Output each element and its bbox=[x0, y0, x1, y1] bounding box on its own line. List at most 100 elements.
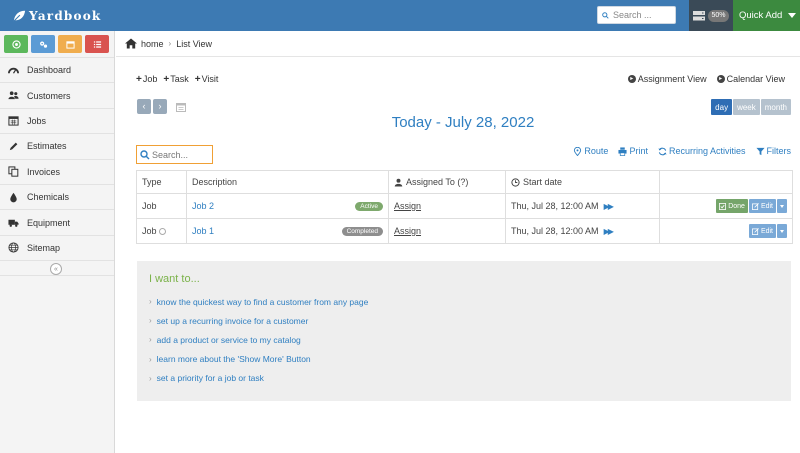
chevron-right-icon: › bbox=[149, 316, 152, 326]
sidebar-item-sitemap[interactable]: Sitemap bbox=[0, 234, 114, 260]
edit-button[interactable]: Edit bbox=[748, 224, 776, 238]
add-job-label: Job bbox=[142, 74, 158, 84]
brand-name: Yardbook bbox=[29, 9, 102, 23]
progress-badge: 50% bbox=[708, 9, 729, 22]
next-day-button[interactable]: › bbox=[153, 99, 167, 114]
breadcrumb-current: List View bbox=[176, 38, 213, 49]
range-tab-day[interactable]: day bbox=[711, 99, 733, 115]
route-link[interactable]: Route bbox=[573, 146, 608, 156]
row-actions: Edit bbox=[659, 218, 793, 244]
range-tab-month[interactable]: month bbox=[760, 99, 791, 115]
list-search[interactable] bbox=[136, 145, 213, 164]
help-link[interactable]: › know the quickest way to find a custome… bbox=[149, 292, 779, 311]
sidebar-item-label: Estimates bbox=[27, 141, 67, 152]
plus-icon: + bbox=[194, 74, 201, 85]
edit-button[interactable]: Edit bbox=[748, 199, 776, 213]
row-description: Job 2 Active bbox=[186, 193, 389, 219]
column-header-type[interactable]: Type bbox=[136, 170, 187, 194]
print-link[interactable]: Print bbox=[618, 146, 648, 156]
assign-link[interactable]: Assign bbox=[394, 201, 421, 211]
collapse-sidebar-button[interactable]: « bbox=[50, 263, 62, 275]
quick-add-button[interactable]: Quick Add bbox=[733, 0, 800, 31]
list-actions: Route Print Recurring Activities Filters bbox=[573, 146, 791, 156]
filter-icon bbox=[755, 147, 765, 155]
help-link[interactable]: › set up a recurring invoice for a custom… bbox=[149, 311, 779, 330]
brand-logo[interactable]: Yardbook bbox=[12, 7, 101, 25]
filters-label: Filters bbox=[766, 146, 792, 156]
jobs-table: Type Description Assigned To (?) Start d… bbox=[136, 170, 793, 244]
refresh-icon bbox=[658, 147, 667, 155]
row-actions: Done Edit bbox=[659, 193, 793, 219]
leaf-icon bbox=[13, 10, 26, 22]
global-search-input[interactable] bbox=[613, 10, 675, 20]
search-icon bbox=[140, 149, 150, 159]
sidebar-shortcuts bbox=[4, 35, 109, 53]
shortcut-globe[interactable] bbox=[4, 35, 28, 53]
sidebar-item-estimates[interactable]: Estimates bbox=[0, 133, 114, 158]
setup-progress[interactable]: 50% bbox=[689, 0, 733, 31]
sidebar-item-label: Equipment bbox=[27, 217, 71, 228]
row-start-date: Thu, Jul 28, 12:00 AM ▶▶ bbox=[505, 193, 660, 219]
sidebar-item-chemicals[interactable]: Chemicals bbox=[0, 183, 114, 209]
column-header-start-date[interactable]: Start date bbox=[505, 170, 660, 194]
recurring-activities-label: Recurring Activities bbox=[668, 146, 746, 156]
sidebar-collapse-row: « bbox=[0, 260, 114, 276]
truck-icon bbox=[8, 219, 19, 227]
range-tab-week[interactable]: week bbox=[733, 99, 760, 115]
server-icon bbox=[693, 10, 706, 20]
filters-link[interactable]: Filters bbox=[755, 146, 792, 156]
shortcut-list[interactable] bbox=[85, 35, 109, 53]
job-link[interactable]: Job 1 bbox=[192, 226, 214, 236]
row-assigned: Assign bbox=[388, 218, 506, 244]
globe-icon bbox=[8, 242, 19, 253]
help-link[interactable]: › add a product or service to my catalog bbox=[149, 330, 779, 349]
sidebar-item-label: Customers bbox=[27, 90, 71, 101]
chevron-right-icon: › bbox=[149, 354, 152, 364]
list-icon bbox=[93, 40, 101, 48]
more-actions-button[interactable] bbox=[777, 199, 787, 213]
sidebar-item-label: Dashboard bbox=[27, 65, 72, 76]
calendar-picker-icon[interactable] bbox=[176, 102, 186, 112]
recurring-activities-link[interactable]: Recurring Activities bbox=[658, 146, 746, 156]
more-actions-button[interactable] bbox=[777, 224, 787, 238]
dashboard-icon bbox=[8, 67, 19, 74]
list-search-input[interactable] bbox=[152, 149, 212, 160]
edit-icon bbox=[751, 202, 759, 210]
shortcut-cogs[interactable] bbox=[31, 35, 55, 53]
column-header-description[interactable]: Description bbox=[186, 170, 389, 194]
sidebar-item-equipment[interactable]: Equipment bbox=[0, 209, 114, 234]
fast-forward-icon[interactable]: ▶▶ bbox=[604, 202, 614, 211]
add-task-link[interactable]: +Task bbox=[163, 74, 188, 85]
assignment-view-link[interactable]: ▸ Assignment View bbox=[627, 74, 707, 84]
assign-link[interactable]: Assign bbox=[394, 226, 421, 236]
job-link[interactable]: Job 2 bbox=[192, 201, 214, 211]
sidebar-item-customers[interactable]: Customers bbox=[0, 82, 114, 107]
assignment-view-label: Assignment View bbox=[637, 74, 707, 84]
column-header-assigned[interactable]: Assigned To (?) bbox=[388, 170, 506, 194]
chevron-right-icon: › bbox=[149, 335, 152, 345]
range-tabs: day week month bbox=[711, 99, 791, 115]
i-want-to-title: I want to... bbox=[149, 273, 200, 285]
breadcrumb-home[interactable]: home bbox=[141, 39, 164, 49]
add-job-link[interactable]: +Job bbox=[136, 74, 157, 85]
sidebar-item-label: Sitemap bbox=[27, 242, 61, 253]
row-type: Job bbox=[136, 193, 187, 219]
sidebar-item-jobs[interactable]: Jobs bbox=[0, 107, 114, 133]
shortcut-calendar[interactable] bbox=[58, 35, 82, 53]
fast-forward-icon[interactable]: ▶▶ bbox=[604, 227, 614, 236]
global-search[interactable] bbox=[597, 6, 676, 24]
help-link[interactable]: › learn more about the 'Show More' Button bbox=[149, 350, 779, 369]
print-label: Print bbox=[629, 146, 648, 156]
done-button[interactable]: Done bbox=[716, 199, 748, 213]
help-link[interactable]: › set a priority for a job or task bbox=[149, 369, 779, 388]
sidebar-item-dashboard[interactable]: Dashboard bbox=[0, 57, 114, 82]
sidebar: Dashboard Customers Jobs Estimates Invoi… bbox=[0, 31, 115, 453]
add-links: +Job +Task +Visit bbox=[136, 74, 218, 85]
previous-day-button[interactable]: ‹ bbox=[137, 99, 151, 114]
home-icon bbox=[125, 38, 137, 49]
sidebar-item-invoices[interactable]: Invoices bbox=[0, 158, 114, 184]
add-visit-link[interactable]: +Visit bbox=[195, 74, 219, 85]
calendar-view-link[interactable]: ▸ Calendar View bbox=[716, 74, 785, 84]
user-icon bbox=[394, 178, 403, 187]
print-icon bbox=[618, 146, 628, 156]
